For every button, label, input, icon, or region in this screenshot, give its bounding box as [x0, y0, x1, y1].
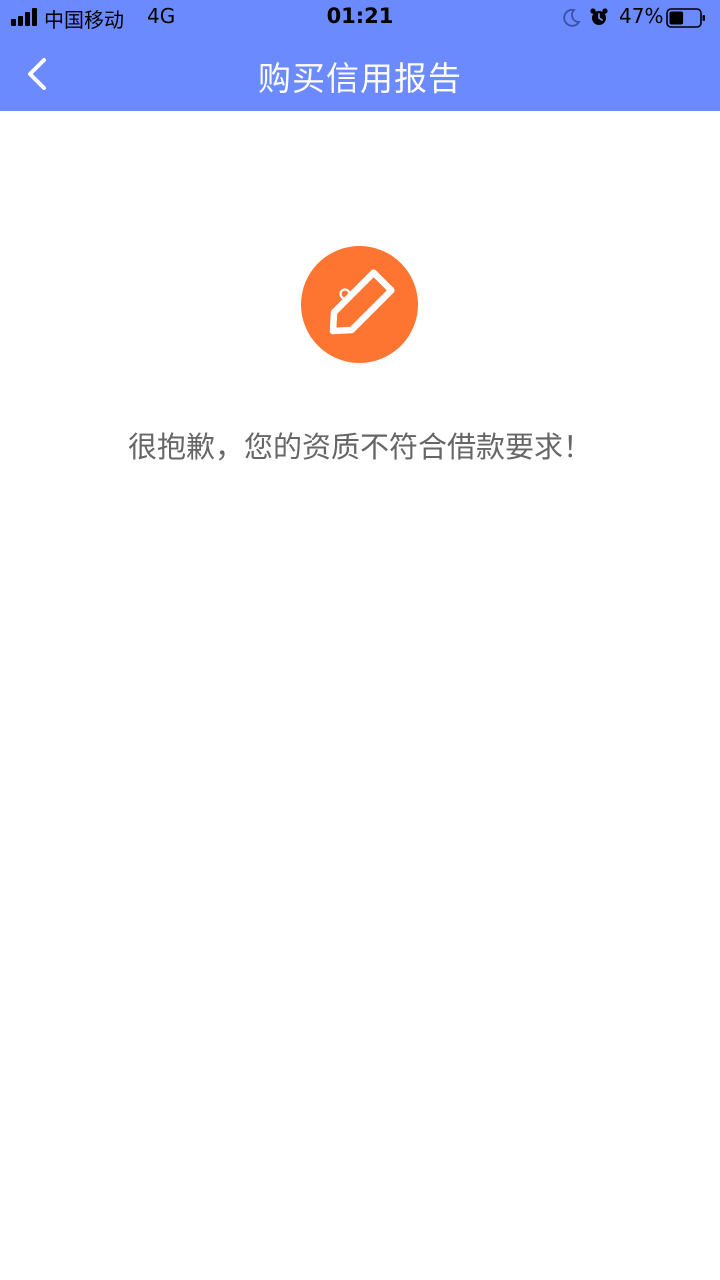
- status-bar: 中国移动 4G 01:21 47%: [0, 0, 720, 36]
- moon-icon: [563, 8, 581, 27]
- nav-bar: 购买信用报告: [0, 36, 720, 111]
- battery-icon: [666, 8, 705, 28]
- header: 中国移动 4G 01:21 47% 购买信用报告: [0, 0, 720, 111]
- alarm-icon: [590, 8, 608, 25]
- price-tag-icon: [329, 269, 395, 335]
- page-title: 购买信用报告: [258, 59, 462, 98]
- error-message: 很抱歉，您的资质不符合借款要求！: [127, 430, 592, 464]
- status-time: 01:21: [326, 4, 394, 28]
- tag-badge: [301, 246, 418, 363]
- battery-percent: 47%: [619, 4, 664, 28]
